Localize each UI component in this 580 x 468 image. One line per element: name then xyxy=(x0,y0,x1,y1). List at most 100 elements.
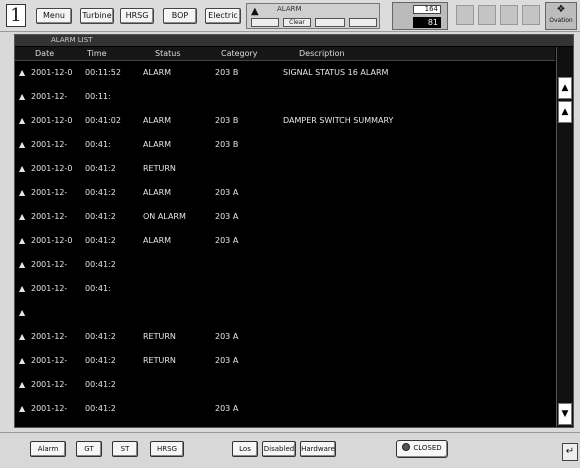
alarm-time: 00:41:2 xyxy=(85,260,116,269)
toolbar-square-button-2[interactable] xyxy=(478,5,496,25)
column-header-description[interactable]: Description xyxy=(299,49,345,58)
alarm-date: 2001-12- xyxy=(31,260,68,269)
alarm-status: ON ALARM xyxy=(143,212,186,221)
alarm-list: ▲ 2001-12-0 00:11:52 ALARM 203 B SIGNAL STATU… xyxy=(15,62,555,428)
scroll-page-up-button[interactable]: ▲ xyxy=(558,77,572,99)
alarm-status: RETURN xyxy=(143,356,176,365)
alarm-row[interactable]: ▲ 2001-12- 00:11: xyxy=(15,86,555,108)
alarm-control-panel: ▲ ALARM Clear xyxy=(246,3,380,29)
ack-icon: ▲ xyxy=(19,212,26,221)
disabled-button[interactable]: Disabled xyxy=(262,441,296,457)
alarm-status: ALARM xyxy=(143,116,172,125)
turbine-button[interactable]: Turbine xyxy=(80,8,114,24)
alarm-time: 00:41:2 xyxy=(85,332,116,341)
ack-icon: ▲ xyxy=(19,260,26,269)
alarm-status: ALARM xyxy=(143,188,172,197)
alarm-date: 2001-12-0 xyxy=(31,236,73,245)
alarm-category: 203 B xyxy=(215,140,239,149)
ack-icon: ▲ xyxy=(19,380,26,389)
alarm-time: 00:11:52 xyxy=(85,68,121,77)
toolbar-square-button-1[interactable] xyxy=(456,5,474,25)
alarm-column-header: Date Time Status Category Description xyxy=(15,47,555,61)
alarm-category: 203 A xyxy=(215,236,239,245)
alarm-counter: 164 81 xyxy=(392,2,448,30)
hrsg-filter-button[interactable]: HRSG xyxy=(150,441,184,457)
ack-icon: ▲ xyxy=(19,284,26,293)
alarm-category: 203 A xyxy=(215,188,239,197)
alarm-category: 203 B xyxy=(215,68,239,77)
alarm-time: 00:41:2 xyxy=(85,404,116,413)
top-toolbar: 1 Menu Turbine HRSG BOP Electric ▲ ALARM… xyxy=(0,0,580,32)
hrsg-button[interactable]: HRSG xyxy=(120,8,154,24)
alarm-row[interactable]: ▲ 2001-12- 00:41:2 xyxy=(15,254,555,276)
scroll-down-button[interactable]: ▼ xyxy=(558,403,572,425)
st-filter-button[interactable]: ST xyxy=(112,441,138,457)
alarm-row[interactable]: ▲ 2001-12-0 00:41:2 ALARM 203 A xyxy=(15,230,555,252)
return-icon[interactable]: ↵ xyxy=(562,443,578,461)
alarm-date: 2001-12- xyxy=(31,92,68,101)
menu-button[interactable]: Menu xyxy=(36,8,72,24)
alarm-time: 00:41:2 xyxy=(85,212,116,221)
alarm-row[interactable]: ▲ xyxy=(15,302,555,324)
window-title-bar: ALARM LIST xyxy=(15,35,573,46)
alarm-date: 2001-12- xyxy=(31,212,68,221)
ack-icon: ▲ xyxy=(19,68,26,77)
alarm-row[interactable]: ▲ 2001-12- 00:41:2 RETURN 203 A xyxy=(15,350,555,372)
alarm-row[interactable]: ▲ 2001-12-0 00:41:2 RETURN xyxy=(15,158,555,180)
scrollbar-track[interactable] xyxy=(558,125,572,401)
los-button[interactable]: Los xyxy=(232,441,258,457)
alarm-date: 2001-12- xyxy=(31,380,68,389)
alarm-row[interactable]: ▲ 2001-12-0 00:11:52 ALARM 203 B SIGNAL STATU… xyxy=(15,62,555,84)
logo-mark-icon: ❖ xyxy=(556,4,566,15)
alarm-row[interactable]: ▲ 2001-12- 00:41:2 xyxy=(15,374,555,396)
column-header-time[interactable]: Time xyxy=(87,49,107,58)
alarm-description: SIGNAL STATUS 16 ALARM xyxy=(283,68,389,77)
electric-button[interactable]: Electric xyxy=(205,8,241,24)
alarm-ctrl-button-3[interactable] xyxy=(315,18,345,27)
bop-button[interactable]: BOP xyxy=(163,8,197,24)
alarm-control-title: ALARM xyxy=(277,5,302,13)
ack-icon: ▲ xyxy=(19,116,26,125)
alarm-status: RETURN xyxy=(143,332,176,341)
toolbar-square-button-3[interactable] xyxy=(500,5,518,25)
alarm-time: 00:41:2 xyxy=(85,356,116,365)
alarm-count-unacked: 81 xyxy=(413,17,441,28)
alarm-ctrl-button-1[interactable] xyxy=(251,18,279,27)
alarm-time: 00:41:2 xyxy=(85,380,116,389)
alarm-time: 00:11: xyxy=(85,92,111,101)
ack-icon: ▲ xyxy=(19,404,26,413)
alarm-row[interactable]: ▲ 2001-12- 00:41:2 ALARM 203 A xyxy=(15,182,555,204)
alarm-category: 203 A xyxy=(215,404,239,413)
closed-status-button[interactable]: CLOSED xyxy=(396,440,448,458)
alarm-status: ALARM xyxy=(143,68,172,77)
alarm-time: 00:41:2 xyxy=(85,164,116,173)
ack-icon: ▲ xyxy=(19,236,26,245)
alarm-row[interactable]: ▲ 2001-12-0 00:41:02 ALARM 203 B DAMPER SWITC… xyxy=(15,110,555,132)
hardware-button[interactable]: Hardware xyxy=(300,441,336,457)
alarm-ctrl-button-4[interactable] xyxy=(349,18,377,27)
ack-icon: ▲ xyxy=(19,92,26,101)
alarm-time: 00:41:2 xyxy=(85,188,116,197)
alarm-filter-button[interactable]: Alarm xyxy=(30,441,66,457)
alarm-row[interactable]: ▲ 2001-12- 00:41:2 203 A xyxy=(15,398,555,420)
alarm-row[interactable]: ▲ 2001-12- 00:41: xyxy=(15,278,555,300)
column-header-category[interactable]: Category xyxy=(221,49,258,58)
alarm-date: 2001-12-0 xyxy=(31,164,73,173)
ack-icon: ▲ xyxy=(19,164,26,173)
ack-icon: ▲ xyxy=(19,140,26,149)
alarm-row[interactable]: ▲ 2001-12- 00:41:2 ON ALARM 203 A xyxy=(15,206,555,228)
alarm-list-scrollbar[interactable]: ▲ ▲ ▼ xyxy=(556,47,573,427)
window-title: ALARM LIST xyxy=(51,36,93,44)
scroll-up-button[interactable]: ▲ xyxy=(558,101,572,123)
alarm-category: 203 B xyxy=(215,116,239,125)
alarm-clear-button[interactable]: Clear xyxy=(283,18,311,27)
alarm-row[interactable]: ▲ 2001-12- 00:41: ALARM 203 B xyxy=(15,134,555,156)
ack-icon: ▲ xyxy=(19,356,26,365)
alarm-row[interactable]: ▲ 2001-12- 00:41:2 RETURN 203 A xyxy=(15,326,555,348)
alarm-list-window: ALARM LIST Date Time Status Category Des… xyxy=(14,34,574,428)
alarm-description: DAMPER SWITCH SUMMARY xyxy=(283,116,394,125)
column-header-date[interactable]: Date xyxy=(35,49,54,58)
column-header-status[interactable]: Status xyxy=(155,49,181,58)
toolbar-square-button-4[interactable] xyxy=(522,5,540,25)
gt-filter-button[interactable]: GT xyxy=(76,441,102,457)
